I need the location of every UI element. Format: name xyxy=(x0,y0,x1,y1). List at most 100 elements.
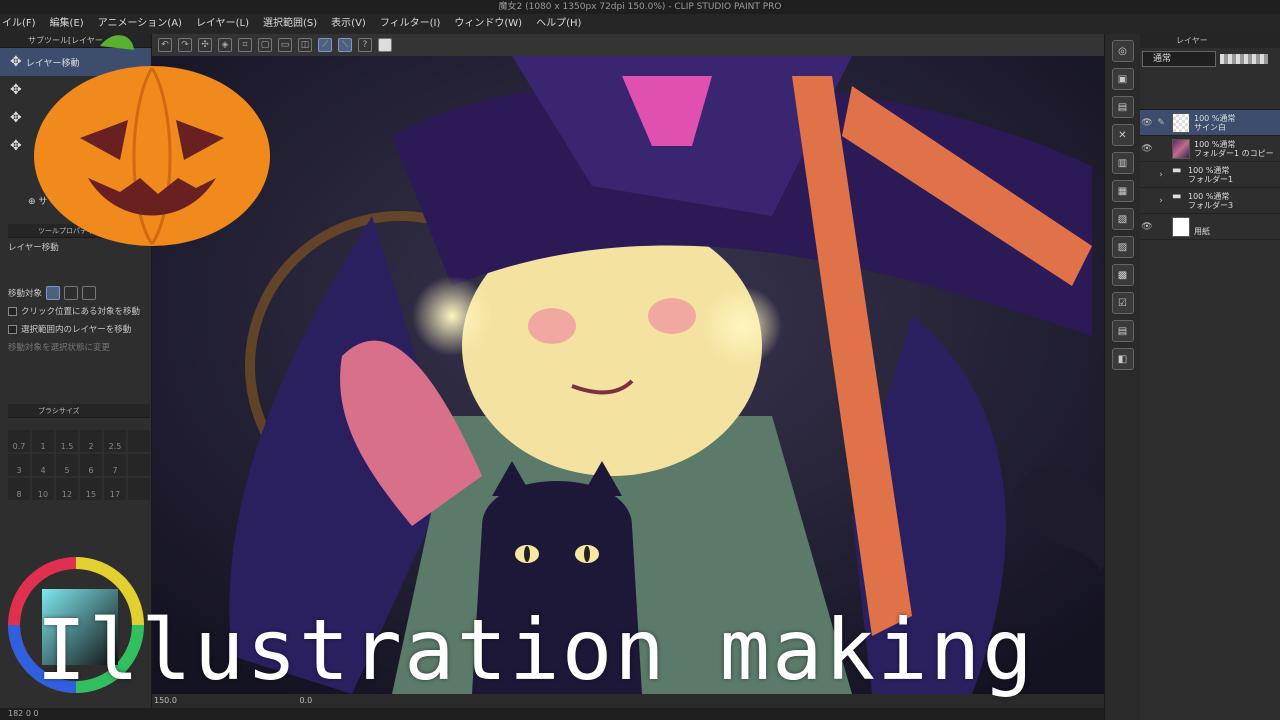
tool-property-panel: ツールプロパティ[レイヤー移動] レイヤー移動 移動対象 クリック位置にある対象… xyxy=(8,224,150,418)
layer-name: フォルダー3 xyxy=(1188,200,1234,210)
move-icon: ✥ xyxy=(10,138,22,154)
layer-property-icon[interactable]: ▣ xyxy=(1111,68,1134,90)
brush-size-cell[interactable]: 15 xyxy=(80,478,102,500)
menu-help[interactable]: ヘルプ(H) xyxy=(536,14,581,34)
chevron-right-icon[interactable]: › xyxy=(1154,170,1168,180)
history-icon[interactable]: ▦ xyxy=(1111,180,1134,202)
pen-icon: ✎ xyxy=(1157,117,1165,128)
item-bank-icon[interactable]: ▨ xyxy=(1111,236,1134,258)
move-icon: ✥ xyxy=(10,54,22,70)
brush-size-cell[interactable]: 1 xyxy=(32,430,54,452)
brush-size-cell[interactable]: 5 xyxy=(56,454,78,476)
quick-access-icon[interactable]: ◧ xyxy=(1111,348,1134,370)
animation-icon[interactable]: ▩ xyxy=(1111,264,1134,286)
overlay-title: Illustration making xyxy=(36,601,1035,699)
color-set-icon[interactable]: ▤ xyxy=(1111,96,1134,118)
window-title: 魔女2 (1080 x 1350px 72dpi 150.0%) - CLIP … xyxy=(0,0,1280,14)
sub-view-icon[interactable]: ▧ xyxy=(1111,208,1134,230)
brush-size-cell[interactable]: 6 xyxy=(80,454,102,476)
brush-size-cell[interactable]: 1.5 xyxy=(56,430,78,452)
eye-icon[interactable]: 👁 xyxy=(1140,144,1154,154)
move-icon: ✥ xyxy=(10,110,22,126)
blend-row: 通常 xyxy=(1140,48,1280,70)
layer-name: フォルダー1 のコピー xyxy=(1194,148,1274,158)
layer-item[interactable]: 👁 ✎ 100 %通常 サイン白 xyxy=(1140,110,1280,136)
brush-size-cell[interactable] xyxy=(128,454,150,476)
layer-thumbnail xyxy=(1172,216,1190,237)
brush-size-cell[interactable]: 2.5 xyxy=(104,430,126,452)
brush-size-cell[interactable] xyxy=(128,430,150,452)
drawing-canvas[interactable] xyxy=(152,56,1104,694)
brush-size-cell[interactable]: 3 xyxy=(8,454,30,476)
snap-special-ruler-icon[interactable]: ⟍ xyxy=(338,38,352,52)
witch-illustration xyxy=(152,56,1104,694)
opacity-slider[interactable] xyxy=(1220,54,1268,64)
layer-panel-header: レイヤー xyxy=(1140,34,1280,48)
help-icon[interactable]: ? xyxy=(358,38,372,52)
navigator-icon[interactable]: ◎ xyxy=(1111,40,1134,62)
close-palette-icon[interactable]: ✕ xyxy=(1111,124,1134,146)
checkbox[interactable] xyxy=(8,324,17,334)
brush-size-cell[interactable]: 10 xyxy=(32,478,54,500)
layer-item[interactable]: › ▬ 100 %通常 フォルダー1 xyxy=(1140,162,1280,188)
layer-thumbnail xyxy=(1172,112,1190,133)
blend-mode-select[interactable]: 通常 xyxy=(1142,51,1216,67)
option-label: 移動対象を選択状態に変更 xyxy=(8,343,111,353)
menu-filter[interactable]: フィルター(I) xyxy=(380,14,441,34)
brush-size-palette: 0.7 1 1.5 2 2.5 3 4 5 6 7 8 10 12 15 17 xyxy=(8,430,150,500)
layer-text: 用紙 xyxy=(1194,218,1210,236)
color-swatch-icon[interactable] xyxy=(378,38,392,52)
layer-mode: 100 %通常 xyxy=(1194,139,1236,149)
menu-view[interactable]: 表示(V) xyxy=(331,14,366,34)
layer-item[interactable]: › ▬ 100 %通常 フォルダー3 xyxy=(1140,188,1280,214)
layer-text: 100 %通常 サイン白 xyxy=(1194,114,1235,132)
option-label: 選択範囲内のレイヤーを移動 xyxy=(21,325,132,335)
material-icon[interactable]: ▥ xyxy=(1111,152,1134,174)
move-target-grid-icon[interactable] xyxy=(82,286,97,300)
option-row[interactable]: 移動対象を選択状態に変更 xyxy=(8,338,150,356)
brush-size-cell[interactable]: 17 xyxy=(104,478,126,500)
layer-text: 100 %通常 フォルダー3 xyxy=(1188,192,1233,210)
eye-icon[interactable]: 👁 xyxy=(1140,222,1154,232)
move-target-row: 移動対象 xyxy=(8,284,150,302)
folder-icon: ▬ xyxy=(1172,164,1182,176)
layer-text: 100 %通常 フォルダー1 xyxy=(1188,166,1233,184)
layer-mode: 100 %通常 xyxy=(1188,191,1230,201)
eye-icon[interactable]: 👁 xyxy=(1140,118,1154,128)
layer-mode: 100 %通常 xyxy=(1188,165,1230,175)
brush-size-cell[interactable]: 7 xyxy=(104,454,126,476)
layer-text: 100 %通常 フォルダー1 のコピー xyxy=(1194,140,1274,158)
option-row[interactable]: 選択範囲内のレイヤーを移動 xyxy=(8,320,150,338)
brush-size-cell[interactable] xyxy=(128,478,150,500)
move-target-layer-icon[interactable] xyxy=(46,286,61,300)
crop-icon[interactable]: ▭ xyxy=(278,38,292,52)
checkbox[interactable] xyxy=(8,306,17,316)
bottom-strip: 182 0 0 xyxy=(0,708,1280,720)
option-row[interactable]: クリック位置にある対象を移動 xyxy=(8,302,150,320)
move-target-tone-icon[interactable] xyxy=(64,286,79,300)
option-label: クリック位置にある対象を移動 xyxy=(21,307,141,317)
brush-size-cell[interactable]: 12 xyxy=(56,478,78,500)
invert-selection-icon[interactable]: ◫ xyxy=(298,38,312,52)
brush-size-cell[interactable]: 2 xyxy=(80,430,102,452)
layer-name: サイン白 xyxy=(1194,122,1226,132)
menu-window[interactable]: ウィンドウ(W) xyxy=(454,14,522,34)
brush-size-cell[interactable]: 8 xyxy=(8,478,30,500)
layer-name: フォルダー1 xyxy=(1188,174,1234,184)
brush-size-cell[interactable]: 4 xyxy=(32,454,54,476)
brushsize-header: ブラシサイズ xyxy=(8,404,150,418)
layer-search-icon[interactable]: ▤ xyxy=(1111,320,1134,342)
move-target-label: 移動対象 xyxy=(8,289,43,299)
layer-thumbnail xyxy=(1172,138,1190,159)
layer-mode: 100 %通常 xyxy=(1194,113,1236,123)
auto-action-icon[interactable]: ☑ xyxy=(1111,292,1134,314)
layer-item[interactable]: 👁 用紙 xyxy=(1140,214,1280,240)
snap-ruler-icon[interactable]: ⟋ xyxy=(318,38,332,52)
folder-icon: ▬ xyxy=(1172,190,1182,202)
layer-item[interactable]: 👁 100 %通常 フォルダー1 のコピー xyxy=(1140,136,1280,162)
chevron-right-icon[interactable]: › xyxy=(1154,196,1168,206)
pumpkin-icon xyxy=(34,35,270,246)
layer-tools-row xyxy=(1140,70,1280,110)
brush-size-cell[interactable]: 0.7 xyxy=(8,430,30,452)
command-bar: ↶ ↷ ✣ ◈ ⌗ ▢ ▭ ◫ ⟋ ⟍ ? xyxy=(152,34,1104,56)
